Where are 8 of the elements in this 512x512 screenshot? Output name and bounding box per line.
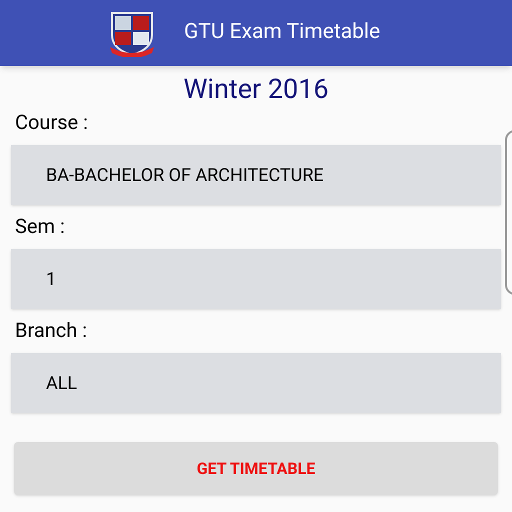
- field-label: Branch :: [15, 318, 88, 342]
- dropdown-field[interactable]: 1: [11, 249, 501, 309]
- field-label: Sem :: [15, 214, 66, 238]
- app-title: GTU Exam Timetable: [184, 19, 380, 46]
- dropdown-field[interactable]: BA-BACHELOR OF ARCHITECTURE: [11, 145, 501, 205]
- season-heading: Winter 2016: [182, 73, 330, 105]
- dropdown-field[interactable]: ALL: [11, 353, 501, 413]
- field-label: Course :: [15, 110, 89, 134]
